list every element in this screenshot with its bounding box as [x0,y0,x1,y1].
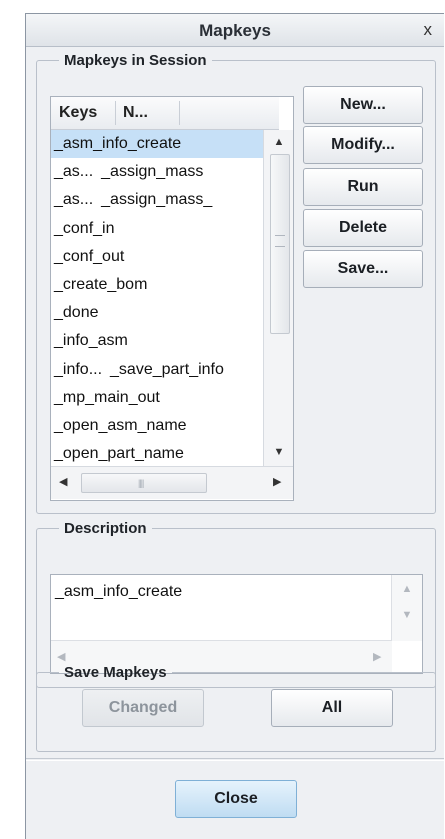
modify-button[interactable]: Modify... [303,126,423,164]
mapkey-name: _assign_mass_ [101,191,213,209]
mapkey-key: _info... [54,360,103,378]
column-header-name[interactable]: N... [123,104,148,122]
mapkey-key: _create_bom [54,275,148,293]
close-button[interactable]: Close [175,780,297,818]
scroll-left-icon[interactable]: ◀ [59,475,67,488]
save-mapkeys-legend: Save Mapkeys [64,664,167,681]
list-item[interactable]: _open_part_name [51,440,263,468]
scroll-right-icon[interactable]: ▶ [273,475,281,488]
mapkey-key: _info_asm [54,332,128,350]
footer-divider [26,758,444,759]
save-button[interactable]: Save... [303,250,423,288]
mapkey-key: _as... [54,163,94,181]
mapkey-key: _open_asm_name [54,416,187,434]
column-header-keys[interactable]: Keys [59,104,97,122]
scroll-right-icon[interactable]: ▶ [373,650,381,663]
run-button[interactable]: Run [303,168,423,206]
list-rows: _asm_info_create _as... _assign_mass _as...… [51,130,263,468]
close-icon[interactable]: x [424,20,433,40]
list-item[interactable]: _done [51,299,263,327]
mapkey-key: _done [54,304,99,322]
new-button[interactable]: New... [303,86,423,124]
scroll-down-icon[interactable]: ▼ [264,446,293,458]
save-changed-button[interactable]: Changed [82,689,204,727]
column-divider[interactable] [115,101,116,125]
description-field[interactable]: _asm_info_create ▲ ▼ ◀ ▶ [50,574,423,674]
dialog-title: Mapkeys [199,21,271,40]
mapkey-key: _conf_in [54,219,115,237]
scroll-up-icon[interactable]: ▲ [264,136,293,148]
scroll-thumb[interactable] [270,154,290,334]
scroll-left-icon[interactable]: ◀ [57,650,65,663]
scroll-up-icon[interactable]: ▲ [392,583,422,595]
list-item[interactable]: _info_asm [51,327,263,355]
mapkey-name: _assign_mass [101,163,204,181]
list-item[interactable]: _info... _save_part_info [51,356,263,384]
scroll-thumb[interactable]: |||| [81,473,207,493]
list-item[interactable]: _open_asm_name [51,412,263,440]
mapkey-list[interactable]: Keys N... _asm_info_create _as... _assign_… [50,96,294,501]
mapkey-key: _asm_info_create [54,135,182,152]
mapkey-key: _open_part_name [54,445,184,463]
description-vertical-scrollbar[interactable]: ▲ ▼ [391,575,422,641]
save-all-button[interactable]: All [271,689,393,727]
mapkey-key: _mp_main_out [54,388,160,406]
list-item[interactable]: _create_bom [51,271,263,299]
list-item[interactable]: _conf_out [51,243,263,271]
delete-button[interactable]: Delete [303,209,423,247]
list-header: Keys N... [51,97,279,130]
list-item[interactable]: _asm_info_create [51,130,263,159]
list-item[interactable]: _conf_in [51,215,263,243]
list-item[interactable]: _as... _assign_mass [51,158,263,186]
description-legend: Description [64,520,147,537]
mapkeys-dialog: Mapkeys x Mapkeys in Session Keys N... _… [25,13,444,839]
scroll-down-icon[interactable]: ▼ [392,609,422,621]
mapkey-name: _save_part_info [110,360,224,378]
footer-divider-highlight [26,760,444,761]
title-bar: Mapkeys x [26,14,444,47]
vertical-scrollbar[interactable]: ▲ ▼ [263,130,293,466]
description-text: _asm_info_create [55,583,183,600]
mapkey-key: _conf_out [54,247,125,265]
mapkey-key: _as... [54,191,94,209]
column-divider[interactable] [179,101,180,125]
list-item[interactable]: _mp_main_out [51,384,263,412]
horizontal-scrollbar[interactable]: ◀ |||| ▶ [51,466,293,499]
list-item[interactable]: _as... _assign_mass_ [51,186,263,214]
session-legend: Mapkeys in Session [64,52,207,69]
